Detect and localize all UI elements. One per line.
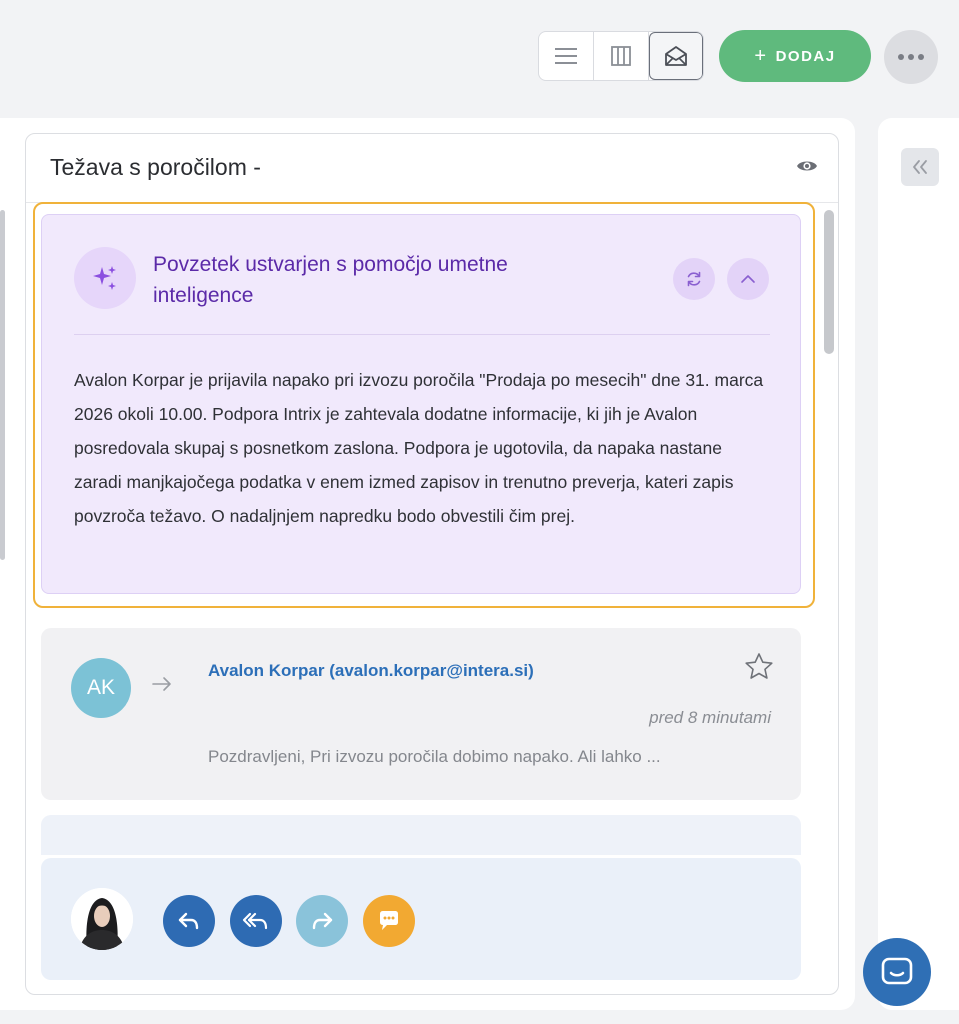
forward-button[interactable] [296, 895, 348, 947]
add-button[interactable]: + DODAJ [719, 30, 871, 82]
user-avatar [71, 888, 133, 950]
chevron-up-icon [741, 275, 755, 283]
ai-sparkle-badge [74, 247, 136, 309]
arrow-right-icon [152, 677, 171, 691]
comment-icon [380, 911, 398, 930]
message-item[interactable]: AK Avalon Korpar (avalon.korpar@intera.s… [41, 628, 801, 800]
view-switcher [538, 31, 704, 81]
ai-summary-divider [74, 334, 770, 335]
top-toolbar: + DODAJ [0, 0, 959, 118]
avatar: AK [71, 658, 131, 718]
chat-launcher-button[interactable] [863, 938, 931, 1006]
message-sender[interactable]: Avalon Korpar (avalon.korpar@intera.si) [208, 661, 534, 681]
reply-all-button[interactable] [230, 895, 282, 947]
left-scroll-edge[interactable] [0, 210, 5, 560]
message-time: pred 8 minutami [649, 708, 771, 727]
ai-summary-box: Povzetek ustvarjen s pomočjo umetne inte… [41, 214, 801, 594]
user-photo-icon [71, 888, 133, 950]
plus-icon: + [754, 44, 768, 67]
columns-icon [611, 46, 631, 66]
envelope-open-icon [665, 46, 687, 66]
column-view-button[interactable] [594, 32, 649, 80]
ticket-title: Težava s poročilom - [50, 154, 261, 180]
sparkles-icon [93, 266, 116, 290]
refresh-icon [687, 271, 701, 287]
next-message-peek[interactable] [41, 815, 801, 855]
inbox-view-button[interactable] [649, 32, 703, 80]
add-button-label: DODAJ [775, 47, 836, 65]
message-preview: Pozdravljeni, Pri izvozu poročila dobimo… [208, 747, 661, 766]
star-icon[interactable] [744, 652, 774, 680]
more-dots-icon [898, 54, 924, 60]
reply-icon [178, 912, 199, 930]
double-chevron-left-icon [913, 160, 927, 174]
more-options-button[interactable] [884, 30, 938, 84]
reply-button[interactable] [163, 895, 215, 947]
ticket-header: Težava s poročilom - [26, 134, 838, 203]
ai-summary-highlight: Povzetek ustvarjen s pomočjo umetne inte… [33, 202, 815, 608]
forward-icon [312, 912, 333, 930]
list-view-button[interactable] [539, 32, 594, 80]
scrollbar[interactable] [822, 206, 834, 992]
side-panel [878, 118, 959, 1010]
chat-icon [881, 957, 913, 985]
ai-summary-text: Avalon Korpar je prijavila napako pri iz… [74, 370, 764, 526]
list-icon [555, 48, 577, 64]
collapse-summary-button[interactable] [727, 258, 769, 300]
eye-icon[interactable] [796, 158, 818, 174]
scrollbar-thumb[interactable] [824, 210, 834, 354]
reply-all-icon [242, 912, 268, 930]
comment-button[interactable] [363, 895, 415, 947]
collapse-panel-button[interactable] [901, 148, 939, 186]
reply-toolbar [41, 858, 801, 980]
regenerate-summary-button[interactable] [673, 258, 715, 300]
ai-summary-title: Povzetek ustvarjen s pomočjo umetne inte… [153, 253, 508, 307]
